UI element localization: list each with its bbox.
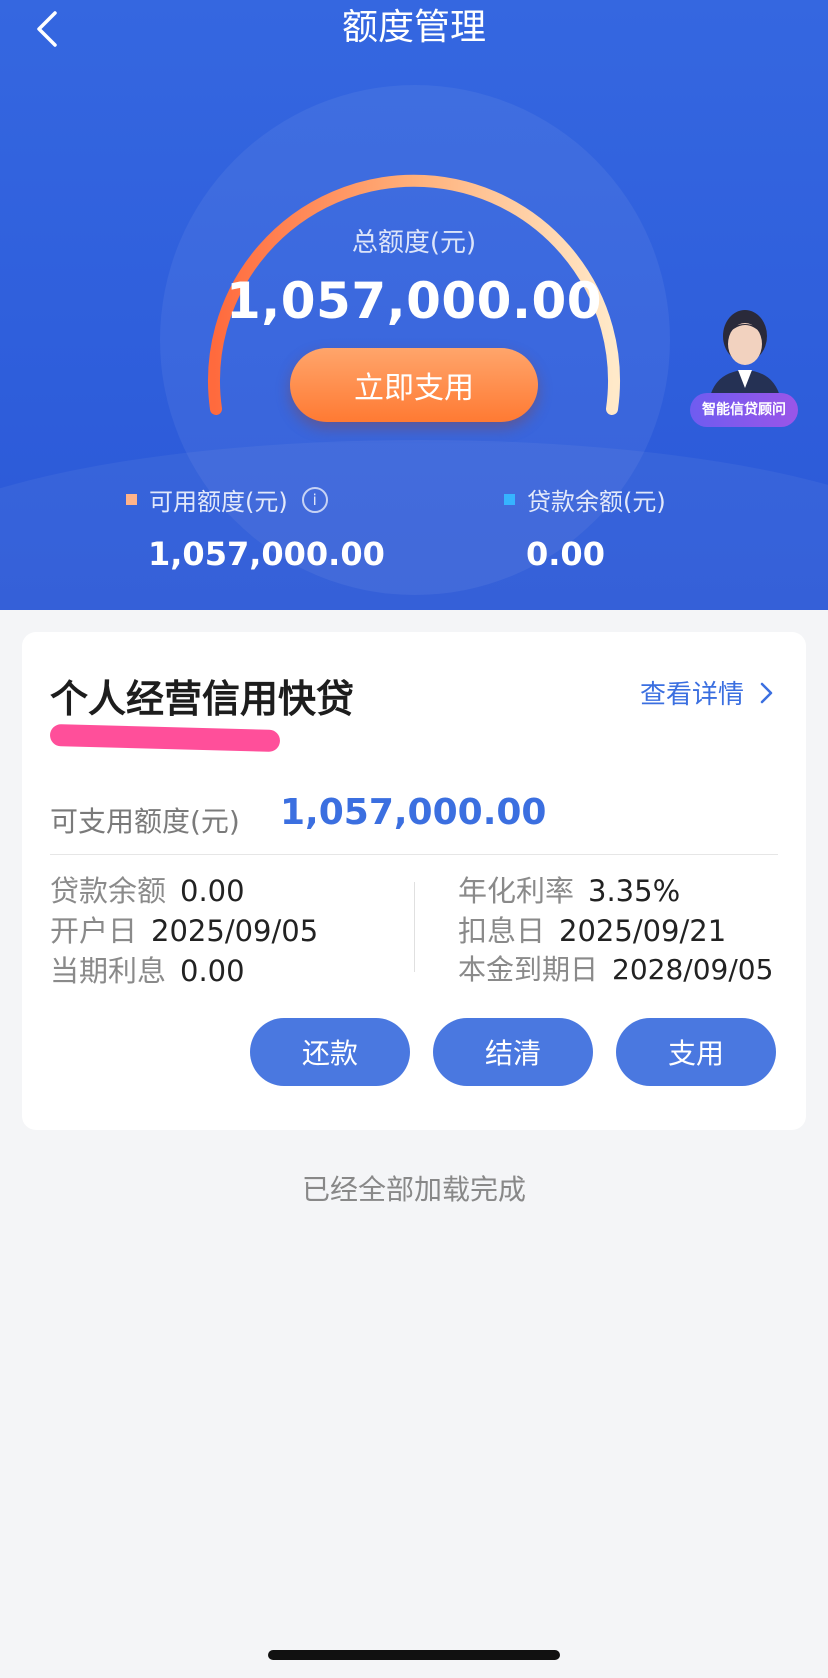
credit-hero-panel: 额度管理 总额度(元) 1,057,000.00 立即支用 智能信贷顾问 可用额… (0, 0, 828, 610)
interest-date-row: 扣息日 2025/09/21 (458, 908, 726, 950)
field-label: 年化利率 (458, 874, 575, 908)
balance-marker (504, 494, 515, 505)
field-label: 当期利息 (50, 954, 167, 988)
settle-button[interactable]: 结清 (433, 1018, 593, 1086)
field-label: 开户日 (50, 914, 138, 948)
available-limit-stat: 可用额度(元) i 1,057,000.00 (126, 482, 385, 573)
loan-balance-value: 0.00 (526, 535, 605, 573)
divider (50, 854, 778, 855)
product-card: 个人经营信用快贷 查看详情 可支用额度(元) 1,057,000.00 贷款余额… (22, 632, 806, 1130)
loan-balance-label: 贷款余额(元) (527, 488, 666, 516)
repay-button[interactable]: 还款 (250, 1018, 410, 1086)
annual-rate-row: 年化利率 3.35% (458, 868, 680, 910)
use-now-button[interactable]: 立即支用 (290, 348, 538, 422)
open-date-row: 开户日 2025/09/05 (50, 908, 318, 950)
available-limit-label: 可用额度(元) (149, 488, 288, 516)
page-title: 额度管理 (341, 7, 486, 48)
available-limit-value: 1,057,000.00 (148, 535, 385, 573)
view-details-link[interactable]: 查看详情 (640, 674, 776, 711)
field-value: 2025/09/05 (151, 914, 319, 948)
field-value: 2028/09/05 (612, 953, 774, 986)
available-marker (126, 494, 137, 505)
field-value: 0.00 (180, 954, 245, 988)
home-indicator[interactable] (268, 1650, 560, 1660)
field-value: 3.35% (588, 874, 681, 908)
field-label: 本金到期日 (458, 953, 599, 986)
loan-balance-row: 贷款余额 0.00 (50, 868, 245, 910)
loan-balance-stat: 贷款余额(元) 0.00 (504, 482, 666, 573)
redaction-mark (49, 723, 281, 753)
withdrawable-value: 1,057,000.00 (280, 792, 547, 833)
advisor-badge[interactable]: 智能信贷顾问 (690, 393, 798, 427)
column-divider (414, 882, 415, 972)
field-value: 2025/09/21 (559, 914, 727, 948)
loaded-complete-note: 已经全部加载完成 (301, 1173, 526, 1206)
field-label: 贷款余额 (50, 874, 167, 908)
total-limit-label: 总额度(元) (351, 228, 477, 258)
withdrawable-label: 可支用额度(元) (50, 805, 240, 838)
view-details-label: 查看详情 (639, 680, 744, 710)
product-name: 个人经营信用快贷 (50, 677, 355, 721)
withdraw-button[interactable]: 支用 (616, 1018, 776, 1086)
field-value: 0.00 (180, 874, 245, 908)
current-interest-row: 当期利息 0.00 (50, 948, 245, 990)
field-label: 扣息日 (458, 914, 546, 948)
chevron-right-icon (760, 682, 773, 703)
info-icon[interactable]: i (301, 486, 328, 513)
maturity-date-row: 本金到期日 2028/09/05 (458, 948, 773, 988)
